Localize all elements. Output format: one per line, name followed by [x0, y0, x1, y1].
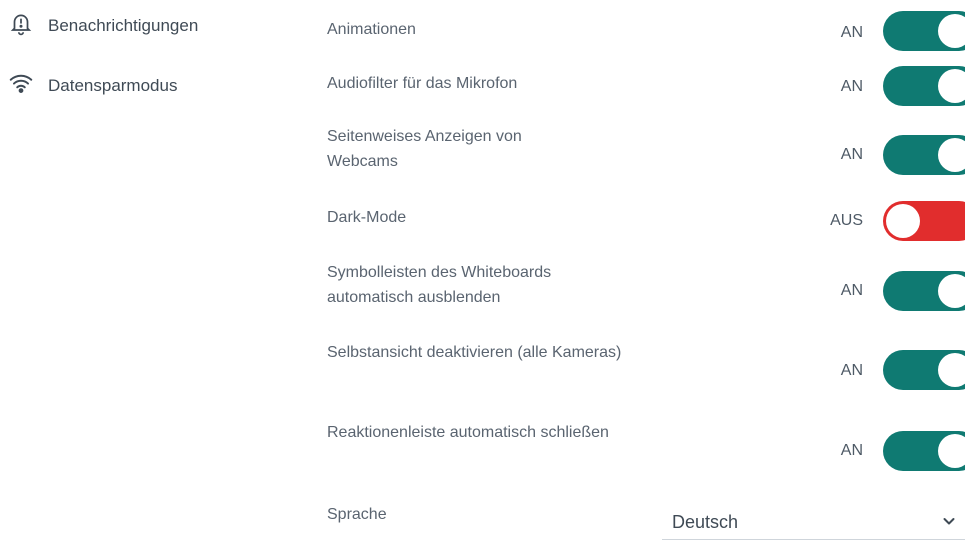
toggle-knob — [938, 353, 965, 387]
setting-label: Selbstansicht deaktivieren (alle Kameras… — [327, 344, 622, 361]
setting-label: Animationen — [327, 21, 416, 38]
setting-state: AN — [840, 78, 863, 95]
self-view-toggle[interactable] — [883, 350, 965, 390]
sidebar-item-data-saving[interactable]: Datensparmodus — [8, 70, 177, 101]
toggle-knob — [938, 14, 965, 48]
language-select-value: Deutsch — [672, 512, 739, 532]
toggle-knob — [938, 434, 965, 468]
setting-label: Reaktionenleiste automatisch schließen — [327, 424, 609, 441]
setting-label: Audiofilter für das Mikrofon — [327, 75, 518, 92]
language-select[interactable]: Deutsch — [662, 505, 965, 540]
audio-filter-toggle[interactable] — [883, 66, 965, 106]
sidebar-item-notifications[interactable]: Benachrichtigungen — [8, 10, 198, 41]
toggle-knob — [938, 138, 965, 172]
toggle-knob — [938, 69, 965, 103]
language-label: Sprache — [327, 506, 387, 523]
toggle-knob — [886, 204, 920, 238]
sidebar-item-label: Benachrichtigungen — [48, 15, 199, 35]
setting-state: AN — [840, 442, 863, 459]
setting-label: Seitenweises Anzeigen von Webcams — [327, 128, 522, 170]
toggle-knob — [938, 274, 965, 308]
dark-mode-toggle[interactable] — [883, 201, 965, 241]
setting-label: Symbolleisten des Whiteboards automatisc… — [327, 264, 552, 306]
wifi-icon — [8, 70, 34, 101]
setting-state: AN — [840, 24, 863, 41]
whiteboard-toolbars-toggle[interactable] — [883, 271, 965, 311]
reactions-bar-toggle[interactable] — [883, 431, 965, 471]
setting-label: Dark-Mode — [327, 209, 407, 226]
setting-state: AN — [840, 146, 863, 163]
animations-toggle[interactable] — [883, 11, 965, 51]
webcam-paging-toggle[interactable] — [883, 135, 965, 175]
setting-state: AN — [840, 282, 863, 299]
chevron-down-icon — [941, 513, 957, 529]
bell-alert-icon — [8, 10, 34, 41]
sidebar-item-label: Datensparmodus — [48, 75, 178, 95]
setting-state: AUS — [830, 212, 863, 229]
setting-state: AN — [840, 362, 863, 379]
